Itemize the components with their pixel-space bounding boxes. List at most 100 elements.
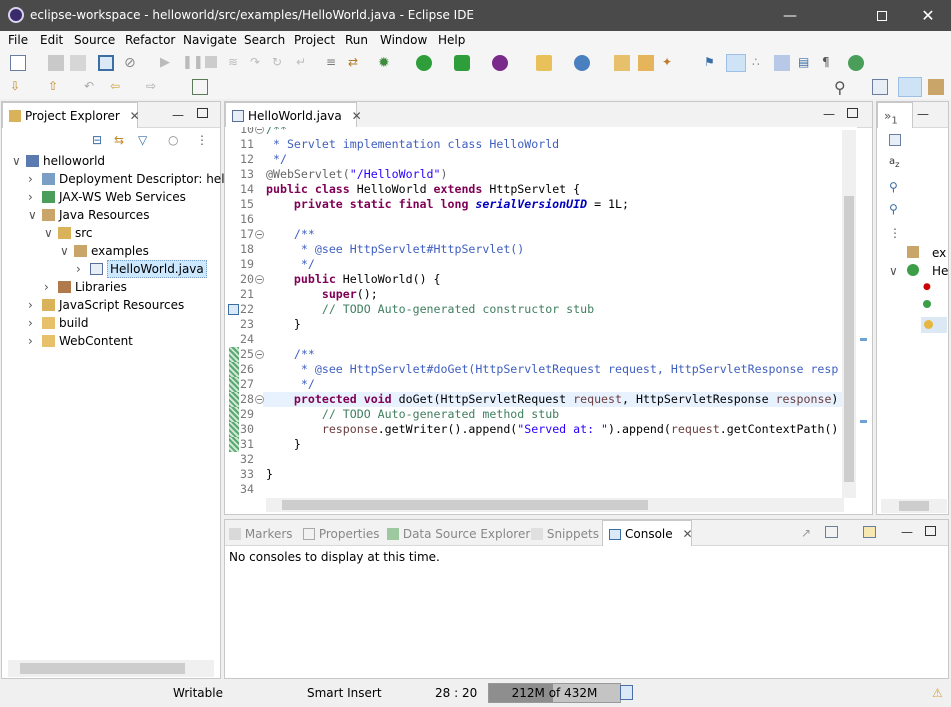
code-line[interactable]: */ (266, 377, 315, 392)
editor-vertical-scrollbar[interactable] (842, 130, 856, 498)
chevron-down-icon[interactable]: ∨ (889, 262, 898, 280)
toggle-highlight-icon[interactable] (726, 54, 746, 72)
code-line[interactable]: protected void doGet(HttpServletRequest … (266, 392, 838, 407)
code-line[interactable]: public class HelloWorld extends HttpServ… (266, 182, 580, 197)
coverage-icon[interactable] (454, 55, 470, 71)
minimize-button[interactable]: — (767, 0, 813, 31)
maximize-button[interactable] (859, 0, 905, 31)
code-line[interactable]: super(); (266, 287, 378, 302)
close-icon[interactable]: ✕ (352, 109, 362, 123)
new-server-icon[interactable] (536, 55, 552, 71)
open-perspective-icon[interactable] (872, 79, 888, 95)
tree-item[interactable]: ∨ src (2, 224, 220, 242)
toggle-mark-icon[interactable]: ⚑ (704, 55, 720, 71)
tree-item[interactable]: › Deployment Descriptor: hello (2, 170, 235, 188)
code-line[interactable]: } (266, 317, 301, 332)
chevron-right-icon[interactable]: › (28, 332, 33, 350)
minimize-panel-icon[interactable]: — (901, 525, 917, 541)
block-selection-icon[interactable] (774, 55, 790, 71)
resume-icon[interactable]: ▶ (160, 55, 176, 71)
ruler-marker[interactable] (860, 420, 867, 423)
new-java-package-icon[interactable] (574, 55, 590, 71)
field-icon[interactable]: ● (923, 282, 939, 298)
pin-editor-icon[interactable] (192, 79, 208, 95)
code-area[interactable]: 10 /** 11 * Servlet implementation class H… (225, 127, 857, 498)
chevron-right-icon[interactable]: › (28, 314, 33, 332)
run-icon[interactable] (416, 55, 432, 71)
tree-item[interactable]: ∨ examples (2, 242, 220, 260)
menu-navigate[interactable]: Navigate (183, 33, 237, 47)
chevron-down-icon[interactable]: ∨ (12, 152, 21, 170)
constructor-icon[interactable] (923, 300, 931, 308)
browser-icon[interactable] (848, 55, 864, 71)
search-tool-icon[interactable]: ✦ (662, 55, 678, 71)
java-perspective-icon[interactable] (928, 79, 944, 95)
tab-outline[interactable]: »1 (877, 102, 913, 128)
close-icon[interactable]: ✕ (130, 109, 140, 123)
minimize-view-icon[interactable]: — (172, 108, 188, 124)
fold-toggle-icon[interactable] (255, 395, 264, 404)
menu-refactor[interactable]: Refactor (125, 33, 175, 47)
menu-project[interactable]: Project (294, 33, 335, 47)
chevron-down-icon[interactable]: ∨ (60, 242, 69, 260)
outline-scroll-thumb[interactable] (899, 501, 929, 511)
minimize-editor-icon[interactable]: — (823, 107, 839, 123)
menu-run[interactable]: Run (345, 33, 368, 47)
code-line[interactable]: // TODO Auto-generated constructor stub (266, 302, 594, 317)
code-line[interactable]: /** (266, 227, 315, 242)
overview-ruler[interactable] (858, 130, 870, 498)
menu-source[interactable]: Source (74, 33, 115, 47)
maximize-view-icon[interactable] (197, 108, 208, 118)
tree-item[interactable]: ∨ helloworld (2, 152, 220, 170)
tab-markers[interactable]: Markers (229, 527, 293, 541)
tab-snippets[interactable]: Snippets (531, 527, 599, 541)
close-window-button[interactable]: ✕ (905, 0, 951, 31)
filter-icon[interactable]: ▽ (138, 133, 154, 149)
outline-hscrollbar[interactable] (881, 499, 947, 513)
fold-toggle-icon[interactable] (255, 275, 264, 284)
outline-menu-icon[interactable]: ⋮ (889, 226, 905, 242)
open-type-icon[interactable] (614, 55, 630, 71)
skip-breakpoints-icon[interactable]: ⊘ (124, 55, 140, 71)
chevron-right-icon[interactable]: › (76, 260, 81, 278)
code-line[interactable]: // TODO Auto-generated method stub (266, 407, 559, 422)
tab-properties[interactable]: Properties (303, 527, 379, 541)
editor-scroll-thumb[interactable] (844, 196, 854, 482)
last-edit-icon[interactable]: ↶ (84, 79, 100, 95)
close-icon[interactable]: ✕ (682, 527, 692, 541)
maximize-panel-icon[interactable] (925, 526, 936, 536)
debug-icon[interactable]: ✹ (378, 55, 394, 71)
tab-console[interactable]: Console ✕ (602, 520, 693, 546)
pilcrow-icon[interactable]: ¶ (822, 55, 838, 71)
menu-edit[interactable]: Edit (40, 33, 63, 47)
open-task-icon[interactable] (638, 55, 654, 71)
disconnect-icon[interactable]: ≋ (228, 55, 244, 71)
java-ee-perspective-icon[interactable] (898, 77, 922, 97)
menu-window[interactable]: Window (380, 33, 427, 47)
code-line[interactable]: private static final long serialVersionU… (266, 197, 629, 212)
step-into-icon[interactable]: ↷ (250, 55, 266, 71)
heap-status[interactable]: 212M of 432M (488, 683, 621, 703)
link-with-editor-icon[interactable]: ⇆ (114, 133, 130, 149)
pin-console-icon[interactable]: ↗ (801, 526, 817, 542)
tree-item[interactable]: › HelloWorld.java (2, 260, 220, 278)
code-line[interactable]: } (266, 437, 301, 452)
explorer-horizontal-scrollbar[interactable] (8, 660, 214, 677)
suspend-icon[interactable]: ❚❚ (182, 55, 204, 71)
terminal-icon[interactable] (98, 55, 114, 71)
minimize-outline-icon[interactable]: — (917, 107, 933, 123)
chevron-down-icon[interactable]: ∨ (28, 206, 37, 224)
previous-annotation-icon[interactable]: ⇧ (48, 79, 64, 95)
fold-toggle-icon[interactable] (255, 230, 264, 239)
tab-helloworld-java[interactable]: HelloWorld.java ✕ (225, 102, 362, 128)
method-selected-row[interactable] (921, 317, 947, 333)
tree-item[interactable]: › build (2, 314, 220, 332)
chevron-right-icon[interactable]: › (28, 170, 33, 188)
editor-hscroll-thumb[interactable] (282, 500, 648, 510)
notification-icon[interactable]: ⚠ (932, 686, 948, 702)
collapse-all-icon[interactable]: ⊟ (92, 133, 108, 149)
menu-file[interactable]: File (8, 33, 28, 47)
tree-item[interactable]: › WebContent (2, 332, 220, 350)
save-all-icon[interactable] (70, 55, 86, 71)
code-line[interactable]: /** (266, 347, 315, 362)
